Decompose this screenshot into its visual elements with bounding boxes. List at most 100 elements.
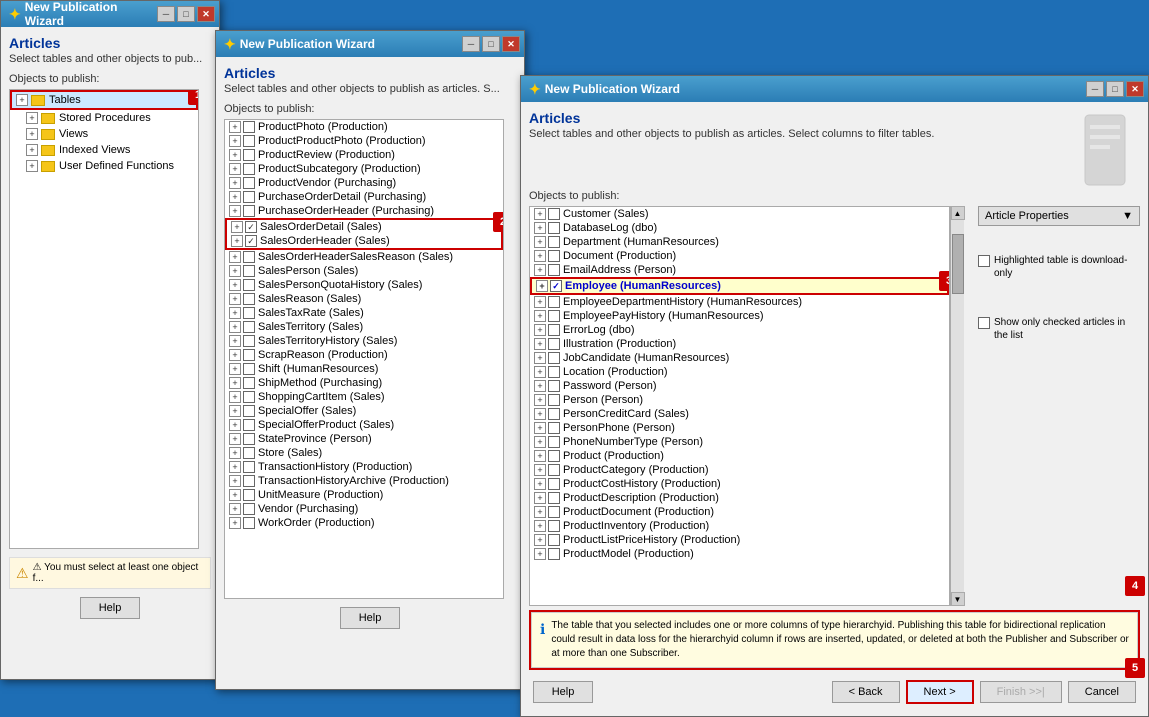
w2-expand-11[interactable]: +	[229, 279, 241, 291]
w2-cb-20[interactable]	[243, 405, 255, 417]
w3-expand-16[interactable]: +	[534, 436, 546, 448]
w2-cb-12[interactable]	[243, 293, 255, 305]
w3-expand-2[interactable]: +	[534, 236, 546, 248]
expand-indexed-views[interactable]: +	[26, 144, 38, 156]
article-properties-btn[interactable]: Article Properties ▼	[978, 206, 1140, 226]
w3-back-btn[interactable]: < Back	[832, 681, 900, 703]
w3-expand-4[interactable]: +	[534, 264, 546, 276]
w2-expand-26[interactable]: +	[229, 489, 241, 501]
w3-cb-15[interactable]	[548, 422, 560, 434]
expand-udf[interactable]: +	[26, 160, 38, 172]
w3-item-2[interactable]: + Department (HumanResources)	[530, 235, 949, 249]
w2-cb-10[interactable]	[243, 265, 255, 277]
w3-item-0[interactable]: + Customer (Sales)	[530, 207, 949, 221]
w2-expand-20[interactable]: +	[229, 405, 241, 417]
w2-item-25[interactable]: + TransactionHistoryArchive (Production)	[225, 474, 503, 488]
tree-item-udf[interactable]: + User Defined Functions	[10, 158, 198, 174]
w2-cb-0[interactable]	[243, 121, 255, 133]
w2-expand-17[interactable]: +	[229, 363, 241, 375]
w3-item-20[interactable]: + ProductDescription (Production)	[530, 491, 949, 505]
w3-expand-6[interactable]: +	[534, 296, 546, 308]
w3-item-7[interactable]: + EmployeePayHistory (HumanResources)	[530, 309, 949, 323]
w3-expand-5[interactable]: +	[536, 280, 548, 292]
w3-item-22[interactable]: + ProductInventory (Production)	[530, 519, 949, 533]
w3-expand-17[interactable]: +	[534, 450, 546, 462]
w2-cb-1[interactable]	[243, 135, 255, 147]
w2-item-0[interactable]: + ProductPhoto (Production)	[225, 120, 503, 134]
w2-item-12[interactable]: + SalesReason (Sales)	[225, 292, 503, 306]
w2-cb-24[interactable]	[243, 461, 255, 473]
w2-expand-23[interactable]: +	[229, 447, 241, 459]
w2-cb-7[interactable]	[245, 221, 257, 233]
w3-expand-20[interactable]: +	[534, 492, 546, 504]
w2-item-23[interactable]: + Store (Sales)	[225, 446, 503, 460]
w2-item-9[interactable]: + SalesOrderHeaderSalesReason (Sales)	[225, 250, 503, 264]
w2-expand-10[interactable]: +	[229, 265, 241, 277]
w3-item-14[interactable]: + PersonCreditCard (Sales)	[530, 407, 949, 421]
w3-item-3[interactable]: + Document (Production)	[530, 249, 949, 263]
w3-cancel-btn[interactable]: Cancel	[1068, 681, 1136, 703]
w3-cb-1[interactable]	[548, 222, 560, 234]
w2-item-28[interactable]: + WorkOrder (Production)	[225, 516, 503, 530]
tree-item-tables[interactable]: + Tables	[10, 90, 198, 110]
w3-item-17[interactable]: + Product (Production)	[530, 449, 949, 463]
w2-expand-16[interactable]: +	[229, 349, 241, 361]
minimize-btn-2[interactable]: ─	[462, 36, 480, 52]
w3-cb-6[interactable]	[548, 296, 560, 308]
highlighted-table-cb[interactable]	[978, 255, 990, 267]
w2-expand-13[interactable]: +	[229, 307, 241, 319]
w2-item-21[interactable]: + SpecialOfferProduct (Sales)	[225, 418, 503, 432]
w3-cb-7[interactable]	[548, 310, 560, 322]
minimize-btn-1[interactable]: ─	[157, 6, 175, 22]
w3-cb-12[interactable]	[548, 380, 560, 392]
w2-cb-14[interactable]	[243, 321, 255, 333]
expand-views[interactable]: +	[26, 128, 38, 140]
w2-expand-5[interactable]: +	[229, 191, 241, 203]
w3-item-6[interactable]: + EmployeeDepartmentHistory (HumanResour…	[530, 295, 949, 309]
w2-item-15[interactable]: + SalesTerritoryHistory (Sales)	[225, 334, 503, 348]
w2-cb-17[interactable]	[243, 363, 255, 375]
w3-item-11[interactable]: + Location (Production)	[530, 365, 949, 379]
w2-cb-11[interactable]	[243, 279, 255, 291]
w2-item-27[interactable]: + Vendor (Purchasing)	[225, 502, 503, 516]
w2-expand-12[interactable]: +	[229, 293, 241, 305]
w3-item-19[interactable]: + ProductCostHistory (Production)	[530, 477, 949, 491]
w2-cb-28[interactable]	[243, 517, 255, 529]
w2-item-11[interactable]: + SalesPersonQuotaHistory (Sales)	[225, 278, 503, 292]
w2-item-2[interactable]: + ProductReview (Production)	[225, 148, 503, 162]
w2-expand-2[interactable]: +	[229, 149, 241, 161]
w3-cb-17[interactable]	[548, 450, 560, 462]
w3-cb-4[interactable]	[548, 264, 560, 276]
w2-item-1[interactable]: + ProductProductPhoto (Production)	[225, 134, 503, 148]
w3-expand-11[interactable]: +	[534, 366, 546, 378]
w2-expand-28[interactable]: +	[229, 517, 241, 529]
tree-item-views[interactable]: + Views	[10, 126, 198, 142]
w2-cb-16[interactable]	[243, 349, 255, 361]
w3-expand-14[interactable]: +	[534, 408, 546, 420]
w2-expand-3[interactable]: +	[229, 163, 241, 175]
w2-expand-9[interactable]: +	[229, 251, 241, 263]
w3-cb-13[interactable]	[548, 394, 560, 406]
w2-expand-1[interactable]: +	[229, 135, 241, 147]
w2-item-10[interactable]: + SalesPerson (Sales)	[225, 264, 503, 278]
w2-item-22[interactable]: + StateProvince (Person)	[225, 432, 503, 446]
w3-cb-5[interactable]	[550, 280, 562, 292]
w2-expand-6[interactable]: +	[229, 205, 241, 217]
scrollbar-up[interactable]: ▲	[951, 206, 965, 220]
expand-tables[interactable]: +	[16, 94, 28, 106]
w3-cb-24[interactable]	[548, 548, 560, 560]
w3-expand-8[interactable]: +	[534, 324, 546, 336]
w2-expand-21[interactable]: +	[229, 419, 241, 431]
w2-expand-22[interactable]: +	[229, 433, 241, 445]
w2-item-19[interactable]: + ShoppingCartItem (Sales)	[225, 390, 503, 404]
w2-cb-18[interactable]	[243, 377, 255, 389]
w2-cb-23[interactable]	[243, 447, 255, 459]
w2-item-13[interactable]: + SalesTaxRate (Sales)	[225, 306, 503, 320]
w2-item-8[interactable]: + SalesOrderHeader (Sales)	[227, 234, 501, 248]
w3-item-15[interactable]: + PersonPhone (Person)	[530, 421, 949, 435]
w2-item-5[interactable]: + PurchaseOrderDetail (Purchasing)	[225, 190, 503, 204]
scrollbar-thumb[interactable]	[952, 234, 964, 294]
w3-item-12[interactable]: + Password (Person)	[530, 379, 949, 393]
restore-btn-2[interactable]: □	[482, 36, 500, 52]
scrollbar-down[interactable]: ▼	[951, 592, 965, 606]
